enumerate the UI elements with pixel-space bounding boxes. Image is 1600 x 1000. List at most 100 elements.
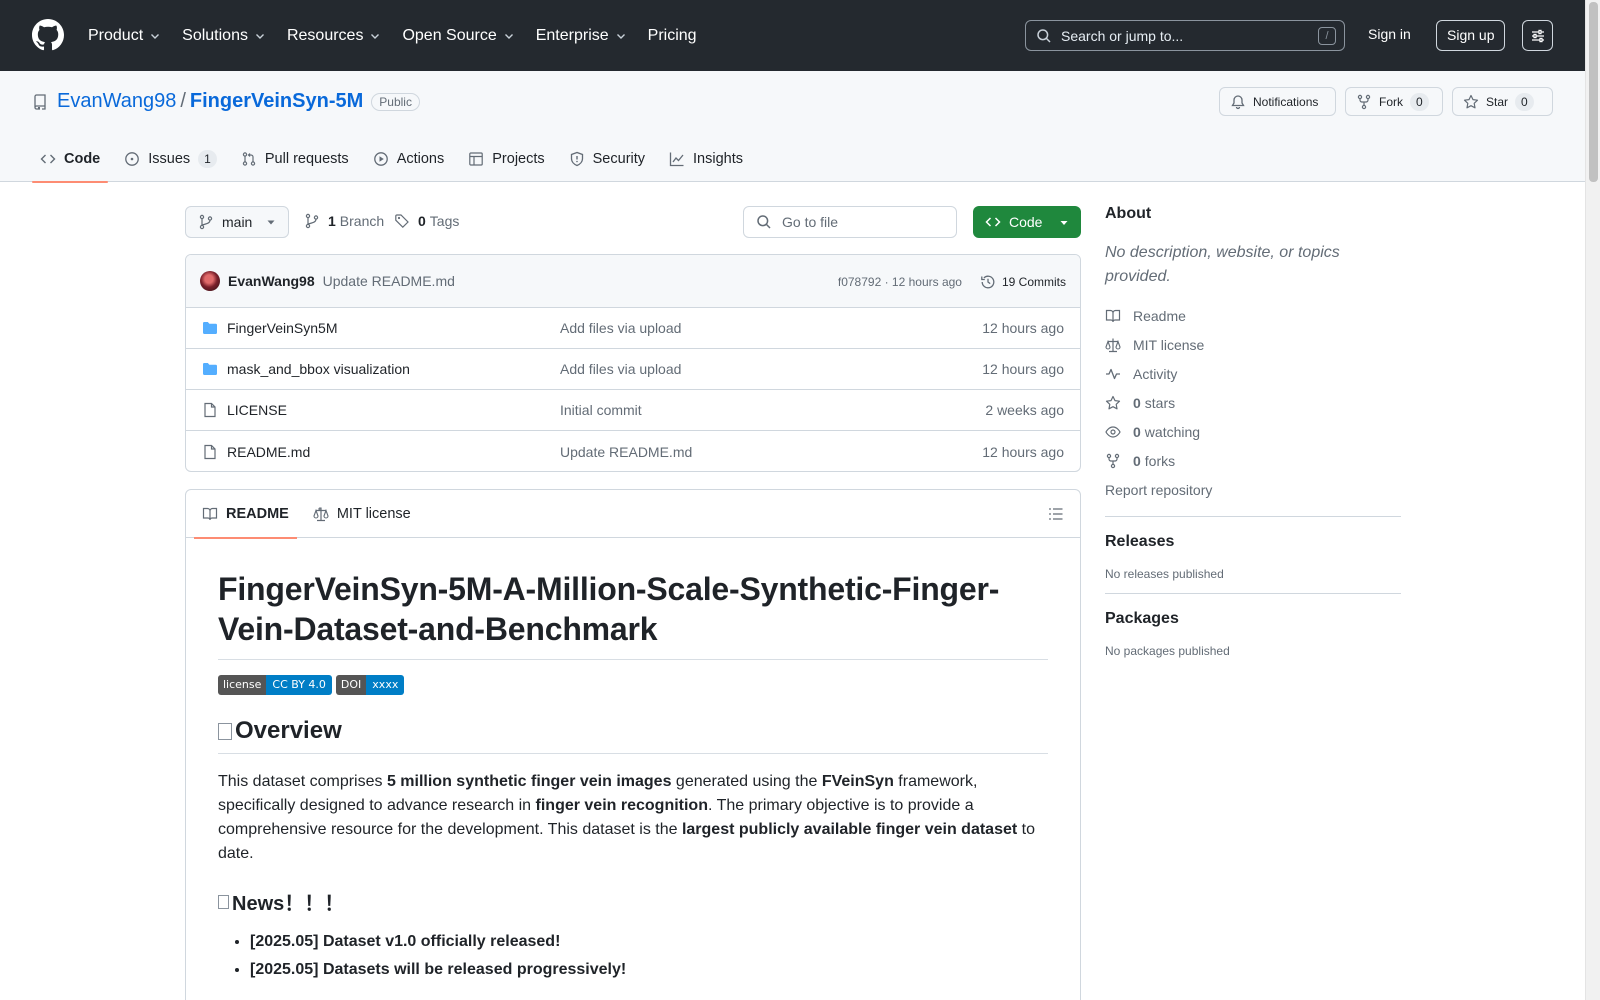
divider	[1105, 516, 1401, 517]
badge-row: license CC BY 4.0 DOI xxxx	[218, 675, 1048, 695]
file-name-link[interactable]: LICENSE	[227, 402, 287, 418]
repo-path-separator: /	[180, 90, 186, 112]
branches-link[interactable]: 1 Branch	[304, 213, 384, 229]
tag-icon	[395, 214, 409, 229]
file-commit-message[interactable]: Add files via upload	[560, 320, 681, 336]
file-name-link[interactable]: README.md	[227, 444, 310, 460]
repository-header: EvanWang98 / FingerVeinSyn-5M Public Not…	[0, 71, 1585, 183]
table-row[interactable]: FingerVeinSyn5M Add files via upload 12 …	[186, 308, 1080, 349]
branch-icon	[199, 214, 213, 230]
overview-heading: Overview	[218, 717, 1048, 754]
pulse-icon	[1106, 368, 1120, 379]
tags-link[interactable]: 0 Tags	[394, 213, 459, 229]
shield-icon	[570, 151, 583, 166]
tab-insights[interactable]: Insights	[661, 135, 751, 182]
folder-icon	[203, 322, 217, 334]
global-header: Product Solutions Resources Open Source …	[0, 0, 1585, 71]
code-download-button[interactable]: Code	[973, 206, 1081, 238]
nav-product[interactable]: Product	[88, 27, 161, 45]
search-icon	[1037, 28, 1051, 43]
commit-hash-time[interactable]: f078792 · 12 hours ago	[838, 275, 962, 289]
top-navigation: Product Solutions Resources Open Source …	[88, 0, 718, 71]
readme-content: FingerVeinSyn-5M-A-Million-Scale-Synthet…	[186, 569, 1080, 982]
sign-up-button[interactable]: Sign up	[1436, 20, 1506, 51]
commit-message-link[interactable]: Update README.md	[323, 273, 455, 289]
missing-glyph-icon	[218, 722, 232, 740]
commit-author-link[interactable]: EvanWang98	[228, 273, 315, 289]
file-name-link[interactable]: FingerVeinSyn5M	[227, 320, 338, 336]
news-heading: News！！！	[218, 887, 1048, 916]
scrollbar-thumb[interactable]	[1589, 2, 1598, 182]
chevron-down-icon	[371, 33, 380, 39]
watching-link[interactable]: 0 watching	[1105, 417, 1401, 446]
commits-history-link[interactable]: 19 Commits	[980, 274, 1066, 290]
tab-pull-requests[interactable]: Pull requests	[233, 135, 357, 182]
license-badge[interactable]: license CC BY 4.0	[218, 675, 332, 695]
tab-security[interactable]: Security	[561, 135, 653, 182]
fork-icon	[1106, 453, 1120, 468]
activity-link[interactable]: Activity	[1105, 359, 1401, 388]
releases-heading[interactable]: Releases	[1105, 533, 1401, 551]
avatar[interactable]	[200, 271, 220, 291]
tab-actions[interactable]: Actions	[365, 135, 453, 182]
page-scrollbar[interactable]	[1585, 0, 1600, 1000]
commit-meta: f078792 · 12 hours ago 19 Commits	[838, 255, 1066, 308]
forks-link[interactable]: 0 forks	[1105, 446, 1401, 475]
nav-enterprise[interactable]: Enterprise	[536, 27, 627, 45]
file-age: 12 hours ago	[982, 320, 1064, 336]
tab-code[interactable]: Code	[32, 135, 109, 183]
file-age: 12 hours ago	[982, 361, 1064, 377]
readme-panel: README MIT license FingerVeinSyn-5M-A-Mi…	[185, 489, 1081, 1000]
tab-readme[interactable]: README	[194, 490, 297, 539]
file-commit-message[interactable]: Initial commit	[560, 402, 642, 418]
repo-name-link[interactable]: FingerVeinSyn-5M	[190, 90, 363, 113]
branch-selector[interactable]: main	[185, 206, 290, 238]
code-icon	[40, 154, 56, 163]
history-icon	[981, 275, 995, 288]
readme-link[interactable]: Readme	[1105, 301, 1401, 330]
go-to-file-input[interactable]: Go to file	[743, 206, 957, 238]
search-placeholder: Search or jump to...	[1061, 27, 1184, 44]
graph-icon	[669, 152, 684, 166]
fork-button[interactable]: Fork 0	[1345, 87, 1443, 116]
releases-empty-text: No releases published	[1105, 567, 1224, 581]
tab-projects[interactable]: Projects	[460, 135, 552, 182]
table-icon	[469, 151, 484, 166]
nav-resources[interactable]: Resources	[287, 27, 381, 45]
issues-count: 1	[198, 149, 217, 168]
repo-action-buttons: Notifications	[1219, 87, 1336, 116]
table-row[interactable]: README.md Update README.md 12 hours ago	[186, 431, 1080, 471]
license-link[interactable]: MIT license	[1105, 330, 1401, 359]
star-button[interactable]: Star 0	[1452, 87, 1553, 116]
repo-sidebar: About No description, website, or topics…	[1105, 205, 1401, 658]
pull-request-icon	[242, 151, 256, 166]
packages-heading[interactable]: Packages	[1105, 610, 1401, 628]
about-description: No description, website, or topics provi…	[1105, 244, 1340, 285]
table-row[interactable]: mask_and_bbox visualization Add files vi…	[186, 349, 1080, 390]
readme-tabs: README MIT license	[186, 490, 1080, 539]
file-name-link[interactable]: mask_and_bbox visualization	[227, 361, 410, 377]
bell-icon	[1231, 94, 1245, 109]
nav-pricing[interactable]: Pricing	[648, 27, 697, 45]
stars-link[interactable]: 0 stars	[1105, 388, 1401, 417]
file-commit-message[interactable]: Update README.md	[560, 444, 692, 460]
nav-solutions[interactable]: Solutions	[182, 27, 266, 45]
report-repository-link[interactable]: Report repository	[1105, 475, 1401, 504]
table-row[interactable]: LICENSE Initial commit 2 weeks ago	[186, 390, 1080, 431]
issue-icon	[125, 151, 140, 166]
global-search-input[interactable]: Search or jump to... /	[1025, 20, 1345, 51]
file-commit-message[interactable]: Add files via upload	[560, 361, 681, 377]
github-logo-icon[interactable]	[32, 19, 64, 51]
notifications-button[interactable]: Notifications	[1219, 87, 1336, 116]
list-outline-icon[interactable]	[1048, 506, 1064, 522]
chevron-down-icon	[255, 33, 264, 39]
sliders-icon	[1531, 29, 1544, 42]
sign-in-link[interactable]: Sign in	[1368, 26, 1411, 42]
nav-open-source[interactable]: Open Source	[402, 27, 514, 45]
tab-issues[interactable]: Issues 1	[116, 135, 225, 182]
play-icon	[373, 151, 388, 166]
doi-badge[interactable]: DOI xxxx	[335, 675, 405, 695]
repo-owner-link[interactable]: EvanWang98	[57, 90, 176, 113]
tab-license[interactable]: MIT license	[305, 490, 419, 538]
sliders-menu-button[interactable]	[1522, 20, 1553, 51]
